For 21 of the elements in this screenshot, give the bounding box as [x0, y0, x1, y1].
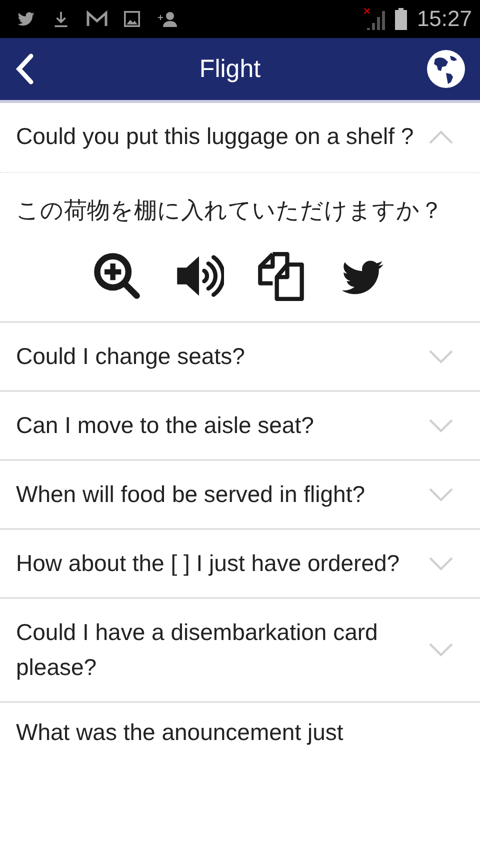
zoom-in-icon[interactable] — [92, 251, 142, 301]
mail-icon — [86, 10, 108, 28]
add-person-icon — [156, 10, 178, 28]
globe-icon[interactable] — [426, 49, 466, 89]
translation-text: この荷物を棚に入れていただけますか？ — [15, 197, 444, 226]
phrase-row[interactable]: Could I have a disembarkation card please? — [0, 599, 480, 701]
phrase-row[interactable]: When will food be served in flight? — [0, 461, 480, 528]
bird-icon — [16, 10, 36, 28]
phrase-row[interactable]: Could I change seats? — [0, 323, 480, 390]
copy-icon[interactable] — [256, 251, 306, 301]
phrase-row[interactable]: What was the anouncement just — [0, 703, 480, 750]
phrase-row[interactable]: How about the [ ] I just have ordered? — [0, 530, 480, 597]
battery-icon — [394, 8, 407, 30]
no-signal-icon — [362, 8, 385, 30]
phrase-row[interactable]: Can I move to the aisle seat? — [0, 392, 480, 459]
phrase-row[interactable]: Could you put this luggage on a shelf ? — [0, 103, 480, 173]
download-icon — [52, 9, 70, 29]
image-icon — [124, 11, 140, 27]
back-icon[interactable] — [14, 53, 34, 85]
screen-title: Flight — [199, 54, 261, 84]
clock: 15:27 — [416, 6, 472, 32]
